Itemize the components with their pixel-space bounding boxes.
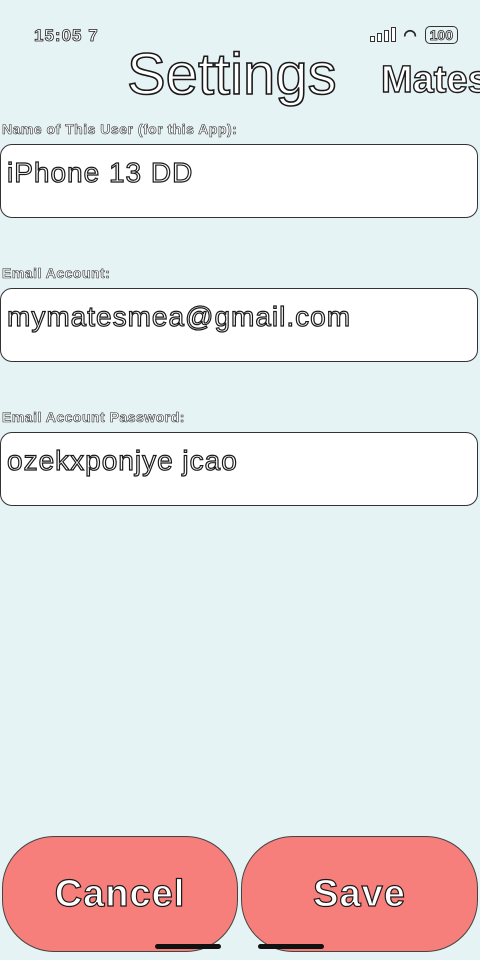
cancel-button-label: Cancel (54, 872, 186, 915)
wifi-icon: ◠ (403, 27, 417, 45)
home-indicator-left (155, 944, 221, 949)
email-password-input[interactable] (7, 445, 467, 477)
email-password-label: Email Account Password: (2, 409, 185, 426)
email-account-label: Email Account: (2, 265, 111, 282)
home-indicator-right (258, 944, 324, 949)
cancel-button[interactable]: Cancel (2, 836, 238, 952)
save-button-label: Save (313, 872, 406, 915)
status-time: 15:05 7 (34, 26, 99, 46)
user-name-input[interactable] (7, 157, 467, 189)
user-name-field[interactable] (0, 144, 478, 218)
user-name-label: Name of This User (for this App): (2, 121, 238, 138)
status-icons: ◠ 100 (369, 26, 458, 45)
email-password-field[interactable] (0, 432, 478, 506)
signal-icon (369, 27, 396, 42)
page-title: Settings (126, 41, 337, 108)
battery-icon: 100 (424, 26, 458, 44)
email-account-input[interactable] (7, 301, 467, 333)
mates-link[interactable]: Mates (380, 58, 480, 102)
email-account-field[interactable] (0, 288, 478, 362)
save-button[interactable]: Save (241, 836, 478, 952)
